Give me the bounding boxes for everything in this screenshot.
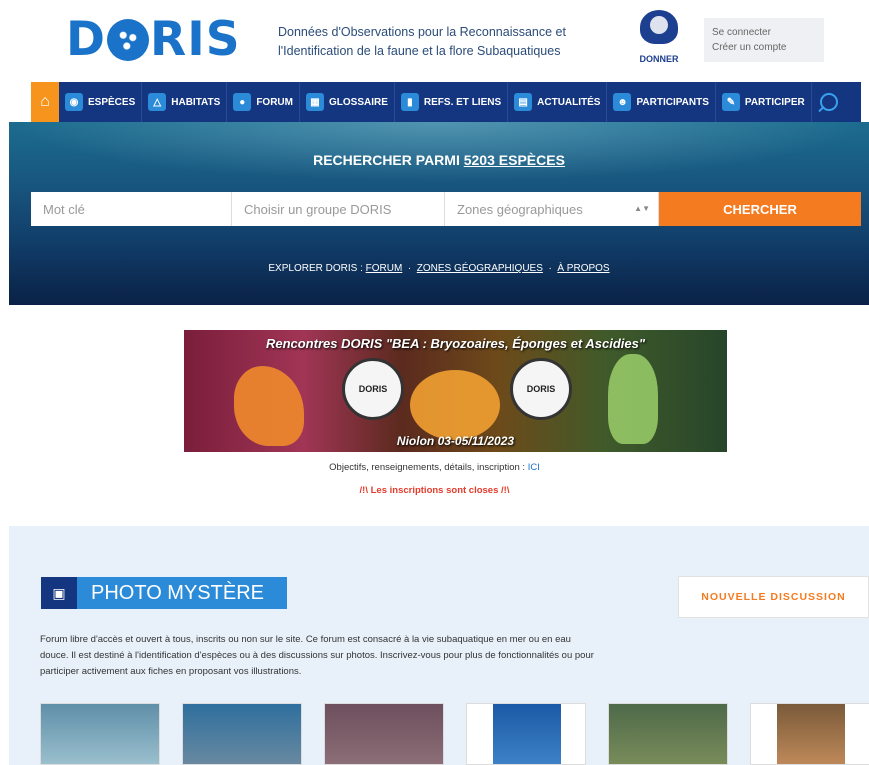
ascidian-shape [608,354,658,444]
register-link[interactable]: Créer un compte [712,40,816,55]
nav-item-glossaire[interactable]: ▦ GLOSSAIRE [300,82,395,122]
photo-thumbnail[interactable] [40,703,160,765]
nav-item-forum[interactable]: ● FORUM [227,82,300,122]
donate-label: DONNER [639,54,679,64]
photo-mystery-section: ▣ PHOTO MYSTÈRE NOUVELLE DISCUSSION Foru… [9,526,869,765]
photo-thumbnail[interactable] [608,703,728,765]
book-icon: ▮ [400,93,419,111]
logo-sponge-icon [107,18,150,61]
photo-thumbnail[interactable] [324,703,444,765]
explore-about-link[interactable]: À PROPOS [557,263,609,274]
section-title: PHOTO MYSTÈRE [77,577,287,609]
photo-thumbnail[interactable] [182,703,302,765]
explore-forum-link[interactable]: FORUM [366,263,403,274]
explore-zones-link[interactable]: ZONES GÉOGRAPHIQUES [417,263,543,274]
nav-item-actualites[interactable]: ▤ ACTUALITÉS [508,82,608,122]
event-banner[interactable]: DORIS DORIS Rencontres DORIS "BEA : Bryo… [184,330,727,452]
species-count-link[interactable]: 5203 ESPÈCES [464,152,565,168]
nav-item-especes[interactable]: ◉ ESPÈCES [59,82,143,122]
pencil-icon: ✎ [721,93,740,111]
chat-icon: ● [233,93,252,111]
group-input[interactable]: Choisir un groupe DORIS [232,192,445,226]
photo-thumbnail[interactable] [750,703,869,765]
doris-logo[interactable]: D RIS [66,12,241,67]
search-icon[interactable] [819,93,838,111]
donate-button[interactable]: DONNER [636,10,682,66]
section-heading: ▣ PHOTO MYSTÈRE [41,577,287,609]
account-box: Se connecter Créer un compte [704,18,824,62]
event-info: Objectifs, renseignements, détails, insc… [329,462,540,473]
zones-select[interactable]: Zones géographiques ▲▼ [445,192,659,226]
photos-icon: ▣ [41,577,77,609]
home-icon[interactable]: ⌂ [31,82,59,122]
explore-links: EXPLORER DORIS : FORUM · ZONES GÉOGRAPHI… [268,263,610,274]
fish-icon: ◉ [65,93,83,111]
registration-closed-notice: /!\ Les inscriptions sont closes /!\ [359,485,510,496]
photo-thumbnail[interactable] [466,703,586,765]
people-icon: ☻ [613,93,632,111]
news-icon: ▤ [514,93,533,111]
photo-thumbnails [40,703,869,765]
nav-item-participer[interactable]: ✎ PARTICIPER [716,82,812,122]
nav-item-habitats[interactable]: △ HABITATS [142,82,228,122]
search-bar: Mot clé Choisir un groupe DORIS Zones gé… [31,192,861,226]
keyword-input[interactable]: Mot clé [31,192,232,226]
nav-item-participants[interactable]: ☻ PARTICIPANTS [607,82,716,122]
login-link[interactable]: Se connecter [712,25,816,40]
hero-search: RECHERCHER PARMI 5203 ESPÈCES Mot clé Ch… [9,122,869,305]
habitat-icon: △ [148,93,167,111]
nav-item-refs[interactable]: ▮ REFS. ET LIENS [395,82,509,122]
heart-hand-icon [640,10,678,44]
hero-title: RECHERCHER PARMI 5203 ESPÈCES [313,152,565,168]
forum-description: Forum libre d'accès et ouvert à tous, in… [40,634,594,677]
doris-seal-icon: DORIS [342,358,404,420]
glossary-icon: ▦ [306,93,324,111]
site-tagline: Données d'Observations pour la Reconnais… [278,25,566,58]
main-nav: ⌂ ◉ ESPÈCES △ HABITATS ● FORUM ▦ GLOSSAIRE ▮… [31,82,861,122]
sponge-shape [410,370,500,440]
search-button[interactable]: CHERCHER [659,192,861,226]
site-header: D RIS Données d'Observations pour la Reco… [0,0,869,80]
event-info-link[interactable]: ICI [528,462,540,473]
banner-title: Rencontres DORIS "BEA : Bryozoaires, Épo… [265,336,646,351]
chevron-down-icon: ▲▼ [634,204,650,213]
doris-seal-icon: DORIS [510,358,572,420]
new-discussion-button[interactable]: NOUVELLE DISCUSSION [678,576,869,618]
banner-date: Niolon 03-05/11/2023 [396,434,515,448]
